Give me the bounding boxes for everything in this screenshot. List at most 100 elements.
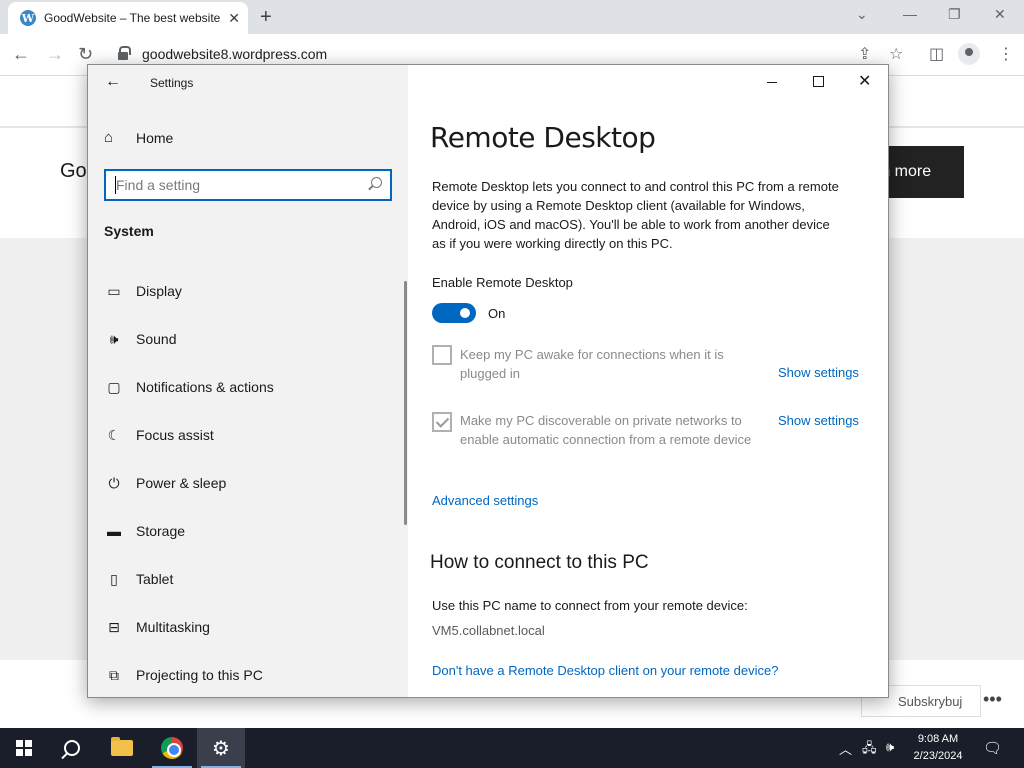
- more-options-icon[interactable]: •••: [983, 689, 1002, 710]
- clock-date: 2/23/2024: [913, 750, 963, 762]
- restore-browser-icon[interactable]: ❐: [948, 6, 961, 23]
- sidebar-item-notifications[interactable]: ▢ Notifications & actions: [104, 363, 274, 411]
- sidebar-item-label: Focus assist: [136, 427, 214, 443]
- keep-awake-label: Keep my PC awake for connections when it…: [460, 347, 724, 381]
- minimize-browser-icon[interactable]: —: [903, 6, 917, 22]
- search-icon: [371, 177, 382, 188]
- discoverable-checkbox[interactable]: [432, 412, 452, 432]
- multitasking-icon: ⊟: [108, 618, 120, 635]
- sidebar-item-label: Display: [136, 283, 182, 299]
- lock-icon: [118, 46, 131, 60]
- search-icon: [64, 740, 80, 756]
- chrome-taskbar-button[interactable]: [148, 728, 196, 768]
- sidebar-item-label: Tablet: [136, 571, 174, 587]
- subscribe-label: Subskrybuj: [898, 693, 963, 709]
- remote-desktop-page: ✕ Remote Desktop Remote Desktop lets you…: [408, 65, 888, 697]
- search-input[interactable]: Find a setting: [104, 169, 392, 201]
- network-icon[interactable]: 🖧: [862, 739, 877, 761]
- home-nav-item[interactable]: ⌂ Home: [104, 129, 173, 146]
- sidebar-item-label: Storage: [136, 523, 186, 539]
- sidebar-item-tablet[interactable]: ▯ Tablet: [104, 555, 274, 603]
- new-tab-icon[interactable]: +: [260, 6, 272, 29]
- close-window-icon[interactable]: ✕: [858, 71, 871, 91]
- pc-name-value: VM5.collabnet.local: [432, 623, 545, 638]
- browser-tab[interactable]: W GoodWebsite – The best website ✕: [8, 2, 248, 34]
- system-clock[interactable]: 9:08 AM 2/23/2024: [906, 731, 970, 765]
- system-nav-list: ▭ Display 🕪 Sound ▢ Notifications & acti…: [104, 267, 274, 697]
- sidebar-item-sound[interactable]: 🕪 Sound: [104, 315, 274, 363]
- tab-search-chevron-icon[interactable]: ⌄: [856, 6, 868, 23]
- reload-icon[interactable]: ↻: [78, 44, 93, 65]
- tab-title: GoodWebsite – The best website: [44, 11, 221, 25]
- sidebar-item-label: Notifications & actions: [136, 379, 274, 395]
- sidebar-item-multitasking[interactable]: ⊟ Multitasking: [104, 603, 274, 651]
- start-button[interactable]: [0, 728, 48, 768]
- side-panel-icon[interactable]: ◫: [929, 44, 944, 64]
- url-text: goodwebsite8.wordpress.com: [142, 46, 328, 62]
- show-settings-link-2[interactable]: Show settings: [778, 413, 859, 428]
- back-arrow-icon[interactable]: ←: [12, 44, 30, 65]
- page-description: Remote Desktop lets you connect to and c…: [432, 179, 839, 251]
- sidebar-item-focus-assist[interactable]: ☾ Focus assist: [104, 411, 274, 459]
- sidebar-item-display[interactable]: ▭ Display: [104, 267, 274, 315]
- home-icon: ⌂: [104, 129, 114, 146]
- taskbar-search-button[interactable]: [48, 728, 96, 768]
- discoverable-label: Make my PC discoverable on private netwo…: [460, 413, 752, 447]
- show-settings-link-1[interactable]: Show settings: [778, 365, 859, 380]
- volume-icon[interactable]: 🕪: [886, 739, 894, 755]
- web-heading-fragment: Go: [60, 160, 87, 182]
- advanced-settings-link[interactable]: Advanced settings: [432, 493, 538, 508]
- action-center-icon[interactable]: 🗨: [983, 739, 1002, 757]
- close-tab-icon[interactable]: ✕: [228, 10, 240, 27]
- maximize-window-icon[interactable]: [813, 76, 824, 87]
- browser-tab-strip: W GoodWebsite – The best website ✕ + ⌄ —…: [0, 0, 1024, 34]
- profile-avatar-icon[interactable]: [958, 43, 980, 65]
- settings-sidebar: ← Settings ⌂ Home Find a setting System …: [88, 65, 408, 697]
- keep-awake-checkbox[interactable]: [432, 345, 452, 365]
- client-download-link[interactable]: Don't have a Remote Desktop client on yo…: [432, 663, 778, 678]
- sidebar-item-label: Multitasking: [136, 619, 210, 635]
- sidebar-item-power-sleep[interactable]: ⏻ Power & sleep: [104, 459, 274, 507]
- connect-heading: How to connect to this PC: [430, 552, 649, 573]
- sidebar-item-storage[interactable]: ▬ Storage: [104, 507, 274, 555]
- back-arrow-icon[interactable]: ←: [105, 73, 121, 91]
- enable-remote-desktop-toggle[interactable]: [432, 303, 476, 323]
- notifications-icon: ▢: [107, 378, 121, 395]
- connect-instructions: Use this PC name to connect from your re…: [432, 598, 748, 613]
- moon-icon: ☾: [107, 426, 121, 443]
- home-label: Home: [136, 129, 174, 146]
- windows-logo-icon: [16, 740, 32, 756]
- file-explorer-button[interactable]: [98, 728, 146, 768]
- browser-menu-icon[interactable]: ⋮: [998, 44, 1014, 64]
- projecting-icon: ⧉: [109, 666, 119, 683]
- window-title: Settings: [150, 76, 194, 90]
- tablet-icon: ▯: [110, 570, 118, 587]
- settings-window: ← Settings ⌂ Home Find a setting System …: [87, 64, 889, 698]
- sidebar-item-label: Power & sleep: [136, 475, 227, 491]
- display-icon: ▭: [107, 282, 121, 299]
- sidebar-item-label: Sound: [136, 331, 177, 347]
- toggle-knob: [460, 308, 470, 318]
- search-placeholder: Find a setting: [116, 177, 201, 193]
- forward-arrow-icon[interactable]: →: [46, 44, 64, 65]
- minimize-window-icon[interactable]: [767, 82, 777, 83]
- chrome-icon: [161, 737, 183, 759]
- sidebar-item-label: Projecting to this PC: [136, 667, 263, 683]
- sidebar-scrollbar[interactable]: [404, 281, 407, 525]
- folder-icon: [111, 737, 133, 756]
- sidebar-item-projecting[interactable]: ⧉ Projecting to this PC: [104, 651, 274, 697]
- settings-taskbar-button[interactable]: ⚙: [197, 728, 245, 768]
- section-heading: System: [104, 223, 154, 239]
- clock-time: 9:08 AM: [917, 733, 959, 745]
- enable-remote-desktop-label: Enable Remote Desktop: [432, 275, 573, 290]
- storage-icon: ▬: [107, 523, 121, 539]
- gear-icon: ⚙: [212, 737, 230, 760]
- power-icon: ⏻: [108, 474, 120, 491]
- share-icon[interactable]: ⇪: [858, 44, 871, 64]
- toggle-state-label: On: [488, 306, 506, 321]
- sound-icon: 🕪: [109, 330, 119, 347]
- page-title: Remote Desktop: [430, 121, 656, 154]
- bookmark-star-icon[interactable]: ☆: [889, 44, 903, 64]
- close-browser-icon[interactable]: ✕: [994, 6, 1006, 23]
- show-hidden-icons-chevron-icon[interactable]: ︿: [839, 739, 852, 758]
